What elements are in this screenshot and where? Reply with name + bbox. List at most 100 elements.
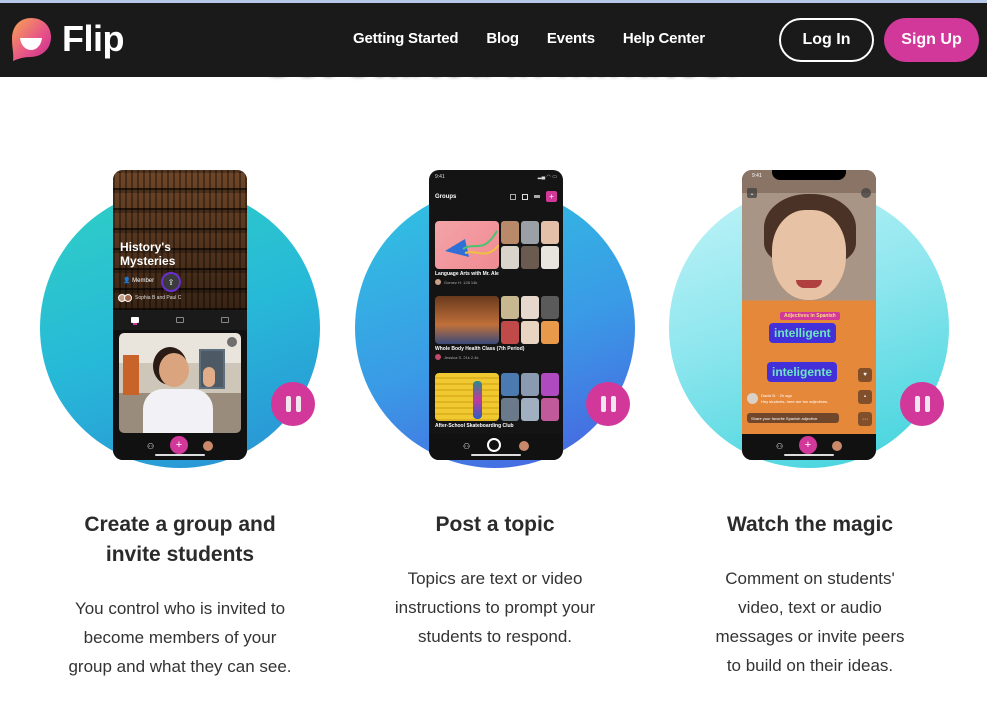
response-thumbnails [501,221,559,269]
person-head-shape [159,353,189,387]
group-tabs [113,310,247,330]
group-meta: Gomez H. 128 14k [435,279,477,285]
response-thumbnail [521,296,539,319]
step-title-line: invite students [105,543,255,566]
video-author: David B. · 2h ago Hey students, here are… [747,393,828,405]
navbar: Flip Getting Started Blog Events Help Ce… [0,3,987,77]
pause-icon [600,396,606,412]
step-title-line: Create a group and [84,513,276,536]
comment-icon: ▪ [858,390,872,404]
author-text: David B. · 2h ago Hey students, here are… [761,393,828,405]
response-thumbnail [541,296,559,319]
response-thumbnail [541,246,559,269]
qr-code-icon [510,193,516,200]
topic-prompt: Share your favorite Spanish adjective. [747,413,839,423]
response-thumbnail [521,221,539,244]
response-thumbnails [501,373,559,421]
status-time: 9:41 [752,173,762,179]
profile-avatar [519,441,529,451]
pause-button[interactable] [271,382,315,426]
step-title: Watch the magic [726,513,894,536]
author-caption: Hey students, here are fun adjectives. [761,399,829,404]
description-line: Comment on students' [725,569,895,588]
response-thumbnail [501,398,519,421]
plus-icon: + [799,436,817,454]
response-thumbnail [541,398,559,421]
step-description: You control who is invited to become mem… [25,594,335,681]
avatar [747,393,758,404]
phone-bottom-bar: ⚇ + [113,434,247,460]
record-icon [487,438,501,452]
phone-bottom-bar: ⚇ + [742,434,876,460]
plus-icon: + [170,436,188,454]
flip-logo-icon [10,16,52,62]
nav-link-help-center[interactable]: Help Center [623,30,705,47]
pause-button[interactable] [900,382,944,426]
nav-link-getting-started[interactable]: Getting Started [353,30,459,47]
phone-mockup-group: History's Mysteries 👤 Member ⇪ Sophia B … [113,170,247,460]
description-line: You control who is invited to [74,599,286,618]
response-thumbnail [521,321,539,344]
response-thumbnail [541,221,559,244]
pause-icon [295,396,301,412]
groups-icon: ⚇ [463,442,471,451]
description-line: to build on their ideas. [726,656,894,675]
response-thumbnail [541,321,559,344]
brand-logo-link[interactable]: Flip [10,16,124,62]
group-owners: Sophia B and Paul C [118,294,181,302]
description-line: messages or invite peers [715,627,905,646]
groups-icon: ⚇ [147,442,155,451]
skateboard-shape [473,381,482,419]
response-thumbnail [501,246,519,269]
pause-button[interactable] [586,382,630,426]
video-thumbnail [119,333,241,433]
group-meta-text: Jessica S. 21k 2.4k [444,354,479,360]
filter-icon [534,195,540,198]
group-cover-image [435,296,499,344]
profile-avatar [203,441,213,451]
response-thumbnail [521,373,539,396]
description-line: video, text or audio [738,598,882,617]
chevron-down-icon: ⌄ [747,188,757,198]
group-card: Whole Body Health Class (7th Period) Jes… [435,296,559,368]
group-name: After-School Skateboarding Club [435,423,514,429]
group-cover-skateboard [435,373,499,421]
person-hand-shape [203,367,215,387]
phone-bottom-bar: ⚇ [429,434,563,460]
group-meta-text: Gomez H. 128 14k [444,279,478,285]
description-line: instructions to prompt your [394,598,596,617]
signup-button[interactable]: Sign Up [884,18,979,62]
pause-icon [924,396,930,412]
pause-icon [914,396,920,412]
volume-icon [861,188,871,198]
topic-tag: Adjectives in Spanish [780,312,840,320]
response-thumbnail [521,246,539,269]
group-name: Whole Body Health Class (7th Period) [435,346,525,352]
step-description: Topics are text or video instructions to… [340,564,650,651]
group-title-line: History's [120,240,171,254]
group-title: History's Mysteries [120,240,175,268]
step-title: Create a group and invite students [25,510,335,570]
members-tab-icon [220,317,229,323]
response-thumbnail [501,221,519,244]
description-line: become members of your [83,628,277,647]
response-thumbnails [501,296,559,344]
nav-link-events[interactable]: Events [547,30,595,47]
avatar [124,294,132,302]
profile-avatar [832,441,842,451]
phone-notch [772,170,846,180]
group-name: Language Arts with Mr. Ale [435,271,499,277]
person-body-shape [143,389,213,433]
avatar [435,354,441,360]
groups-header: Groups [435,194,457,200]
door-shape [123,355,139,395]
nav-link-blog[interactable]: Blog [486,30,519,47]
status-icons: ▂▄ ◠ ▭ [537,174,557,180]
responses-tab-icon [175,317,184,323]
login-button[interactable]: Log In [779,18,874,62]
brand-name: Flip [62,18,124,59]
mouth-shape [796,280,822,288]
response-thumbnail [541,373,559,396]
response-thumbnail [501,321,519,344]
pause-icon [610,396,616,412]
